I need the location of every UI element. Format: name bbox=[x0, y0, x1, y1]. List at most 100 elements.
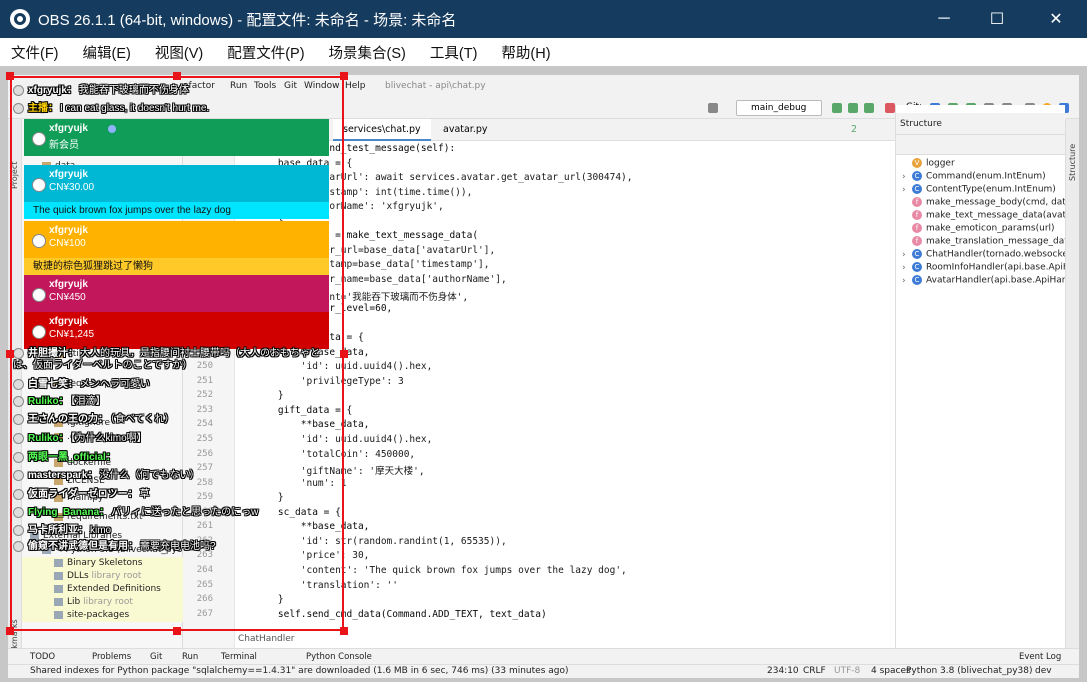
avatar bbox=[13, 540, 24, 552]
chat-author: 主播： bbox=[28, 103, 58, 114]
avatar bbox=[13, 348, 24, 359]
structure-item-label: make_message_body(cmd, data) bbox=[926, 197, 1075, 208]
menu-file[interactable]: 文件(F) bbox=[4, 42, 66, 63]
right-tool-strip: Structure bbox=[1065, 119, 1079, 664]
chat-message: 仮面ライダーゼロツー：草 bbox=[13, 485, 150, 500]
avatar bbox=[13, 451, 24, 463]
avatar bbox=[13, 378, 24, 390]
structure-item-label: Command(enum.IntEnum) bbox=[926, 171, 1046, 182]
resize-handle-right[interactable] bbox=[340, 350, 348, 358]
event-log: Event Log bbox=[1019, 652, 1062, 662]
resize-handle-bottom-left[interactable] bbox=[6, 627, 14, 635]
resize-handle-top[interactable] bbox=[173, 72, 181, 80]
resize-handle-top-left[interactable] bbox=[6, 72, 14, 80]
avatar bbox=[13, 413, 24, 425]
resize-handle-bottom[interactable] bbox=[173, 627, 181, 635]
chat-text: 没什么（何でもない） bbox=[99, 470, 200, 481]
chat-message: Ruliko： 【为什么kimo啊】 bbox=[13, 429, 147, 444]
ide-window-title: blivechat - api\chat.py bbox=[385, 81, 486, 91]
chat-message: 主播： I can eat glass, it doesn't hurt me. bbox=[13, 99, 209, 114]
chat-author: xfgryujk： bbox=[28, 85, 77, 96]
structure-item-label: AvatarHandler(api.base.ApiHandle bbox=[926, 275, 1079, 286]
resize-handle-bottom-right[interactable] bbox=[340, 627, 348, 635]
resize-handle-top-right[interactable] bbox=[340, 72, 348, 80]
avatar bbox=[32, 178, 46, 192]
status-position: 234:10 bbox=[767, 666, 799, 676]
status-message: Shared indexes for Python package "sqlal… bbox=[30, 666, 569, 676]
chat-text: 需要充电电池吗? bbox=[140, 541, 216, 552]
ide-menu-help: Help bbox=[345, 81, 366, 91]
superchat-card: xfgryujk 新会员 bbox=[24, 119, 329, 156]
chevron-right-icon: › bbox=[902, 275, 906, 286]
menu-help[interactable]: 帮助(H) bbox=[494, 42, 557, 63]
superchat-header: xfgryujk CN¥100 bbox=[24, 221, 329, 258]
debug-icon bbox=[848, 103, 858, 113]
chat-author: 井胆撮汁： bbox=[28, 348, 78, 360]
avatar bbox=[32, 132, 46, 146]
structure-item: › C Command(enum.IntEnum) bbox=[902, 171, 1046, 182]
chat-text: メンヘラ可愛い bbox=[80, 379, 150, 390]
superchat-price: CN¥30.00 bbox=[49, 182, 95, 193]
member-badge-icon bbox=[108, 125, 116, 133]
bottom-tab-problems: Problems bbox=[92, 652, 132, 662]
superchat-header: xfgryujk CN¥1,245 bbox=[24, 312, 329, 349]
inspection-count: 2 bbox=[851, 124, 858, 135]
bottom-tab-python-console: Python Console bbox=[306, 652, 372, 662]
superchat-author: xfgryujk bbox=[49, 169, 88, 180]
chat-author: Flying_Banana： bbox=[28, 507, 110, 518]
window-title: OBS 26.1.1 (64-bit, windows) - 配置文件: 未命名… bbox=[38, 11, 457, 29]
close-button[interactable]: ✕ bbox=[1027, 0, 1085, 38]
structure-item: › C RoomInfoHandler(api.base.ApiHan bbox=[902, 262, 1079, 273]
menu-view[interactable]: 视图(V) bbox=[148, 42, 210, 63]
chat-author: masterspark： bbox=[28, 470, 98, 481]
maximize-button[interactable]: ☐ bbox=[968, 0, 1026, 38]
user-icon bbox=[708, 103, 718, 113]
chat-text: 【为什么kimo啊】 bbox=[70, 433, 147, 444]
chat-message: 两眼一黑_official： bbox=[13, 448, 118, 463]
resize-handle-left[interactable] bbox=[6, 350, 14, 358]
structure-toolbar bbox=[896, 135, 1066, 155]
superchat-message: The quick brown fox jumps over the lazy … bbox=[24, 202, 329, 219]
superchat-card: xfgryujk CN¥100 敏捷的棕色狐狸跳过了懒狗 bbox=[24, 221, 329, 275]
structure-kind-icon: V bbox=[912, 158, 922, 168]
superchat-card: xfgryujk CN¥30.00 The quick brown fox jump… bbox=[24, 165, 329, 219]
chat-text: 【泪滴】 bbox=[70, 396, 106, 407]
structure-item-label: make_text_message_data(avatar_u bbox=[926, 210, 1079, 221]
chat-message: masterspark： 没什么（何でもない） bbox=[13, 466, 199, 481]
status-indent: 4 spaces bbox=[871, 666, 911, 676]
structure-kind-icon: C bbox=[912, 171, 922, 181]
ide-status-bar: Shared indexes for Python package "sqlal… bbox=[8, 664, 1079, 678]
menu-profile[interactable]: 配置文件(P) bbox=[220, 42, 311, 63]
menu-bar: 文件(F) 编辑(E) 视图(V) 配置文件(P) 场景集合(S) 工具(T) … bbox=[0, 38, 1087, 66]
superchat-author: xfgryujk bbox=[49, 123, 88, 134]
chat-text: kimo bbox=[90, 525, 112, 536]
superchat-header: xfgryujk 新会员 bbox=[24, 119, 329, 156]
editor-breadcrumb: ChatHandler bbox=[238, 634, 295, 644]
minimize-button[interactable]: ─ bbox=[915, 0, 973, 38]
chat-message: Ruliko： 【泪滴】 bbox=[13, 392, 106, 407]
avatar bbox=[13, 488, 24, 500]
bottom-tab-run: Run bbox=[182, 652, 199, 662]
chat-message: 偷窥不讲武德但是有用： 需要充电电池吗? bbox=[13, 537, 216, 552]
avatar bbox=[32, 325, 46, 339]
structure-kind-icon: C bbox=[912, 249, 922, 259]
structure-item: › C ChatHandler(tornado.websocket.W bbox=[902, 249, 1079, 260]
run-config-select: main_debug bbox=[736, 100, 822, 116]
status-interpreter: Python 3.8 (blivechat_py38) bbox=[906, 666, 1033, 676]
chat-message: 井胆撮汁： 大人的玩具，是指腰间衬士腰带吗（大人のおもちゃとは、仮面ライダーベルト… bbox=[13, 348, 333, 372]
chat-message: 马卡所利亚： kimo bbox=[13, 521, 111, 536]
structure-item: f make_message_body(cmd, data) bbox=[902, 197, 1075, 208]
structure-item-label: make_emoticon_params(url) bbox=[926, 223, 1055, 234]
superchat-price: CN¥450 bbox=[49, 292, 86, 303]
menu-tools[interactable]: 工具(T) bbox=[423, 42, 485, 63]
bottom-tab-git: Git bbox=[150, 652, 163, 662]
menu-edit[interactable]: 编辑(E) bbox=[76, 42, 138, 63]
menu-scene-collection[interactable]: 场景集合(S) bbox=[322, 42, 413, 63]
ide-bottom-tabs: TODO Problems Git Run Terminal Python Co… bbox=[8, 648, 1079, 664]
chevron-right-icon: › bbox=[902, 262, 906, 273]
bottom-tab-todo: TODO bbox=[30, 652, 56, 662]
tab-avatar-py: avatar.py bbox=[443, 124, 488, 135]
chat-overlay-source[interactable]: xfgryujk： 我能吞下玻璃而不伤身体 主播： I can eat glass, … bbox=[10, 76, 344, 631]
structure-item: f make_emoticon_params(url) bbox=[902, 223, 1055, 234]
chevron-right-icon: › bbox=[902, 249, 906, 260]
